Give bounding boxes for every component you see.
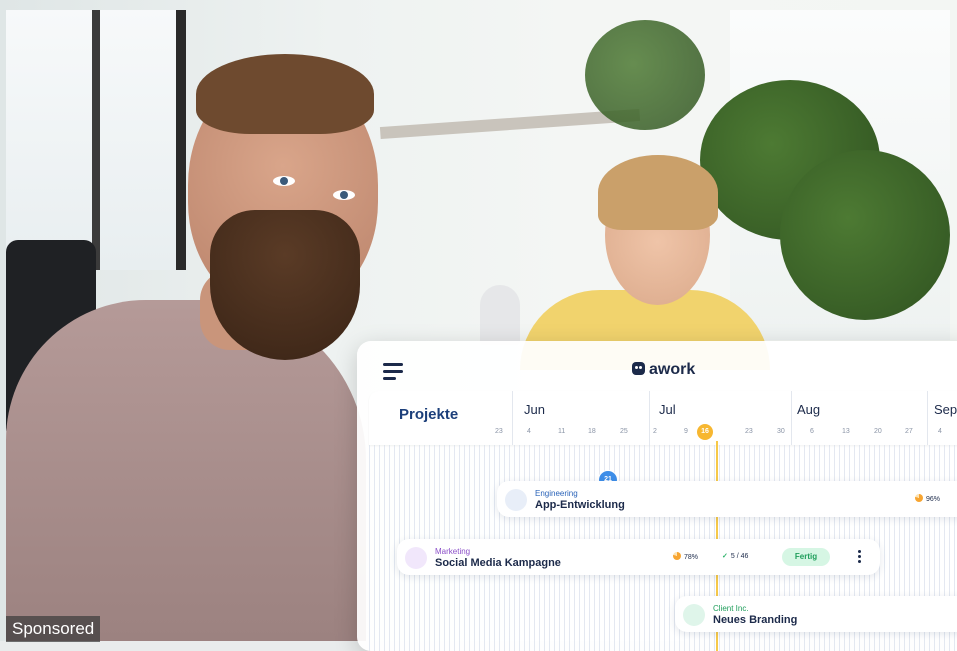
app-topbar: awork	[357, 341, 957, 393]
awork-app-window: awork Projekte 23 Jun Jul Aug Sep 4 11 1…	[357, 341, 957, 651]
timeline-day: 9	[684, 428, 688, 435]
timeline-day: 6	[810, 428, 814, 435]
timeline-day: 27	[905, 428, 913, 435]
project-category: Client Inc.	[713, 604, 749, 613]
ceiling-beam	[379, 108, 641, 140]
project-name: App-Entwicklung	[535, 499, 625, 511]
office-window	[6, 10, 186, 270]
timeline-day: 18	[588, 428, 596, 435]
man-eye	[273, 176, 295, 186]
project-progress: 96%	[915, 494, 940, 503]
timeline-day: 30	[777, 428, 785, 435]
background-person	[480, 285, 520, 345]
awork-logo-icon	[632, 362, 645, 375]
timeline-header: Projekte 23 Jun Jul Aug Sep 4 11 18 25 2…	[369, 391, 957, 445]
man-hair	[196, 54, 374, 134]
task-count-value: 5 / 46	[730, 553, 749, 560]
timeline-day: 4	[938, 428, 942, 435]
app-logo: awork	[632, 361, 695, 379]
app-brand-name: awork	[649, 361, 696, 378]
month-label: Jul	[659, 402, 676, 417]
plant	[585, 20, 705, 130]
woman-hair	[598, 155, 718, 230]
month-divider	[791, 391, 792, 445]
progress-pie-icon	[673, 552, 681, 560]
project-progress: 78%	[673, 552, 698, 561]
timeline-day: 25	[620, 428, 628, 435]
month-label: Sep	[934, 402, 957, 417]
progress-value: 96%	[926, 496, 941, 503]
bookmark-icon	[405, 547, 427, 569]
folder-icon	[505, 489, 527, 511]
project-name: Neues Branding	[713, 614, 798, 626]
timeline-day: 2	[653, 428, 657, 435]
status-badge[interactable]: Fertig	[782, 548, 830, 566]
hamburger-menu-icon[interactable]	[383, 363, 403, 384]
person-icon	[683, 604, 705, 626]
checkmark-icon: ✓	[722, 553, 728, 560]
more-options-icon[interactable]	[858, 550, 862, 565]
timeline-day: 13	[842, 428, 850, 435]
project-name: Social Media Kampagne	[435, 557, 561, 569]
project-category: Engineering	[535, 489, 578, 498]
project-category: Marketing	[435, 547, 471, 556]
sponsored-label: Sponsored	[6, 616, 101, 642]
month-divider	[649, 391, 650, 445]
timeline-day: 11	[558, 428, 566, 435]
month-label: Aug	[797, 402, 821, 417]
project-bar-app-entwicklung[interactable]: Engineering App-Entwicklung 96%	[497, 481, 957, 517]
progress-pie-icon	[915, 494, 923, 502]
timeline-day: 20	[874, 428, 882, 435]
projects-heading: Projekte	[399, 406, 459, 423]
timeline-day: 23	[495, 428, 503, 435]
month-divider	[927, 391, 928, 445]
man-eye	[333, 190, 355, 200]
timeline-day: 4	[527, 428, 531, 435]
project-bar-neues-branding[interactable]: Client Inc. Neues Branding	[675, 596, 957, 632]
project-bar-social-media-kampagne[interactable]: Marketing Social Media Kampagne 78% ✓ 5 /…	[397, 539, 880, 575]
plant	[780, 150, 950, 320]
task-count: ✓ 5 / 46	[722, 552, 748, 560]
man-beard	[210, 210, 360, 360]
today-date-badge: 16	[697, 424, 713, 440]
month-label: Jun	[524, 402, 545, 417]
month-divider	[512, 391, 513, 445]
timeline-day: 23	[745, 428, 753, 435]
progress-value: 78%	[684, 554, 699, 561]
